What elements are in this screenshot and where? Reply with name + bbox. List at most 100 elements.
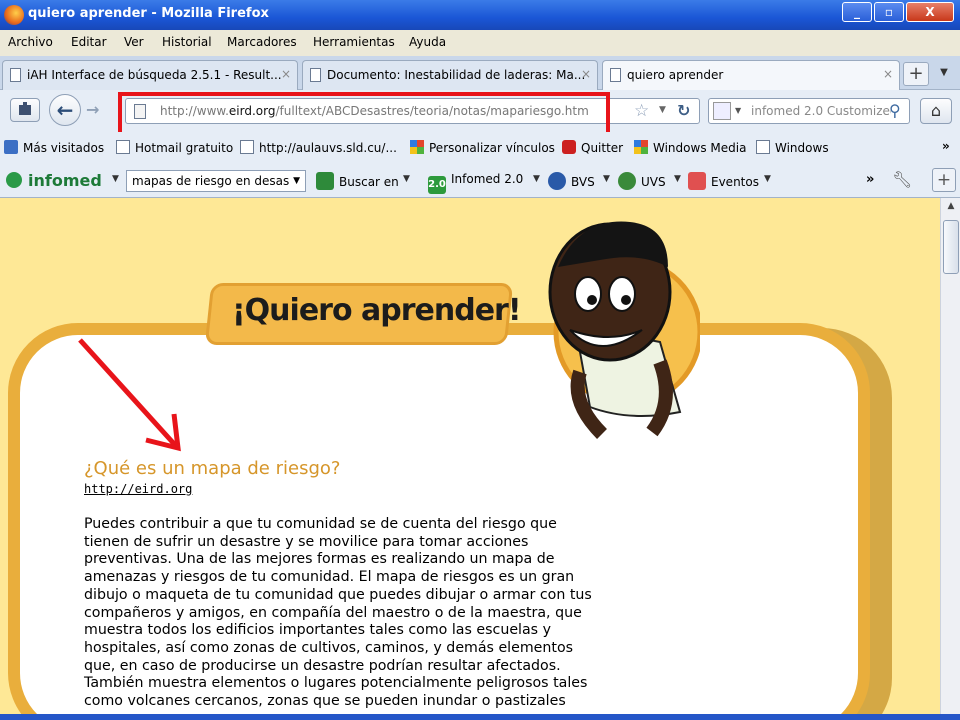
text-line: dibujo o maqueta de tu comunidad que pue… <box>84 586 592 603</box>
menu-marcadores[interactable]: Marcadores <box>227 35 297 49</box>
menu-editar[interactable]: Editar <box>71 35 107 49</box>
bookmark-mas-visitados[interactable]: Más visitados <box>4 140 104 155</box>
text-line: preventivas. Una de las mejores formas e… <box>84 551 555 568</box>
menu-historial[interactable]: Historial <box>162 35 212 49</box>
new-tab-button[interactable]: + <box>903 62 929 86</box>
bookmark-personalizar[interactable]: Personalizar vínculos <box>410 140 555 155</box>
page-icon <box>756 140 770 154</box>
buscar-en-button[interactable]: Buscar en <box>316 172 399 190</box>
infomed-search-select[interactable]: mapas de riesgo en desas ▼ <box>126 170 306 192</box>
search-icon[interactable]: ⚲ <box>889 101 901 120</box>
tab-quiero-aprender[interactable]: quiero aprender × <box>602 60 900 90</box>
eventos-button[interactable]: Eventos <box>688 172 759 190</box>
firefox-icon <box>4 5 24 25</box>
add-bookmark-icon <box>19 102 31 115</box>
scrollbar-thumb[interactable] <box>943 220 959 274</box>
windows-icon <box>410 140 424 154</box>
menu-ayuda[interactable]: Ayuda <box>409 35 446 49</box>
page-icon <box>310 68 321 82</box>
bookmark-quitter[interactable]: Quitter <box>562 140 623 155</box>
bookmark-windows-media[interactable]: Windows Media <box>634 140 746 155</box>
bookmark-page-button[interactable] <box>10 98 40 122</box>
tab-label: quiero aprender <box>627 68 724 82</box>
add-toolbar-button[interactable]: + <box>932 168 956 192</box>
infomed-toolbar: infomed ▼ mapas de riesgo en desas ▼ Bus… <box>0 164 960 198</box>
menu-ver[interactable]: Ver <box>124 35 144 49</box>
taskbar <box>0 714 960 720</box>
window-title: quiero aprender - Mozilla Firefox <box>28 6 269 21</box>
vertical-scrollbar[interactable]: ▲ <box>940 198 960 714</box>
search-bar[interactable]: ▼ infomed 2.0 Customized ⚲ <box>708 98 910 124</box>
menu-archivo[interactable]: Archivo <box>8 35 53 49</box>
scroll-up-icon[interactable]: ▲ <box>943 201 959 217</box>
forward-button[interactable]: → <box>86 100 99 119</box>
tab-list-chevron-icon[interactable]: ▼ <box>934 62 954 86</box>
bookmark-windows[interactable]: Windows <box>756 140 829 155</box>
bvs-button[interactable]: BVS <box>548 172 595 190</box>
bookmark-hotmail[interactable]: Hotmail gratuito <box>116 140 233 155</box>
page-icon <box>240 140 254 154</box>
text-line: muestra todos los edificios importantes … <box>84 622 551 639</box>
tab-close-icon[interactable]: × <box>883 67 893 81</box>
text-line: que, en caso de producirse un desastre p… <box>84 657 561 674</box>
text-line: También muestra elementos o lugares pote… <box>84 675 588 692</box>
bookmarks-toolbar: Más visitados Hotmail gratuito http://au… <box>0 132 960 164</box>
bookmark-star-icon[interactable]: ☆ <box>634 101 649 121</box>
back-button[interactable]: ← <box>49 94 81 126</box>
page-content: ¡Quiero aprender! ¿Qué es un mapa de rie… <box>0 198 940 714</box>
red-arrow-annotation <box>78 338 181 452</box>
infomed20-icon: 2.0 <box>428 176 446 194</box>
calendar-icon <box>688 172 706 190</box>
eventos-dropdown-icon[interactable]: ▼ <box>764 174 771 184</box>
toolbar-overflow-icon[interactable]: » <box>866 172 874 187</box>
tab-bar: iAH Interface de búsqueda 2.5.1 - Result… <box>0 56 960 90</box>
tab-documento[interactable]: Documento: Inestabilidad de laderas: Ma.… <box>302 60 598 90</box>
source-link[interactable]: http://eird.org <box>84 482 192 496</box>
url-highlight-annotation <box>118 92 610 136</box>
bookmarks-overflow-icon[interactable]: » <box>942 139 950 153</box>
windows-icon <box>634 140 648 154</box>
tab-close-icon[interactable]: × <box>281 67 291 81</box>
boy-illustration <box>548 221 700 439</box>
infomed-dropdown-icon[interactable]: ▼ <box>112 174 119 184</box>
tab-iah[interactable]: iAH Interface de búsqueda 2.5.1 - Result… <box>2 60 298 90</box>
text-line: como volcanes cercanos, zonas que se pue… <box>84 693 566 710</box>
menu-herramientas[interactable]: Herramientas <box>313 35 395 49</box>
url-dropdown-icon[interactable]: ▼ <box>659 105 666 115</box>
engine-dropdown-icon[interactable]: ▼ <box>735 106 741 115</box>
page-icon <box>10 68 21 82</box>
page-icon <box>116 140 130 154</box>
text-line: amenazas y riesgos de tu comunidad. El m… <box>84 569 575 586</box>
tab-close-icon[interactable]: × <box>581 67 591 81</box>
buscar-dropdown-icon[interactable]: ▼ <box>403 174 410 184</box>
home-button[interactable]: ⌂ <box>920 98 952 124</box>
text-line: compañeros y amigos, en compañía del mae… <box>84 604 582 621</box>
section-heading: ¿Qué es un mapa de riesgo? <box>84 458 341 479</box>
reload-icon[interactable]: ↻ <box>677 101 690 120</box>
bvs-dropdown-icon[interactable]: ▼ <box>603 174 610 184</box>
minimize-button[interactable]: _ <box>842 2 872 22</box>
search-engine-icon[interactable] <box>713 102 731 120</box>
infomed-search-value: mapas de riesgo en desas <box>132 174 290 188</box>
text-line: hospitales, así como zonas de cultivos, … <box>84 639 574 656</box>
bookmark-aulauvs[interactable]: http://aulauvs.sld.cu/... <box>240 140 397 155</box>
home-icon: ⌂ <box>930 101 942 120</box>
banner-title: ¡Quiero aprender! <box>232 293 522 328</box>
quitter-icon <box>562 140 576 154</box>
uvs-dropdown-icon[interactable]: ▼ <box>674 174 681 184</box>
text-line: tienen de sufrir un desastre y se movili… <box>84 533 529 550</box>
uvs-button[interactable]: UVS <box>618 172 666 190</box>
window-titlebar: quiero aprender - Mozilla Firefox _ ▫ X <box>0 0 960 30</box>
menu-bar: Archivo Editar Ver Historial Marcadores … <box>0 30 960 56</box>
infomed20-dropdown-icon[interactable]: ▼ <box>533 174 540 184</box>
wrench-icon[interactable]: 🔧︎ <box>892 170 912 189</box>
close-button[interactable]: X <box>906 2 954 22</box>
tab-label: iAH Interface de búsqueda 2.5.1 - Result… <box>27 68 282 82</box>
search-placeholder: infomed 2.0 Customized <box>751 104 891 118</box>
back-arrow-icon: ← <box>56 98 74 122</box>
uvs-icon <box>618 172 636 190</box>
infomed-logo[interactable]: infomed <box>6 171 102 190</box>
maximize-button[interactable]: ▫ <box>874 2 904 22</box>
page-icon <box>610 68 621 82</box>
infomed20-button[interactable]: 2.0 Infomed 2.0 <box>428 172 523 194</box>
